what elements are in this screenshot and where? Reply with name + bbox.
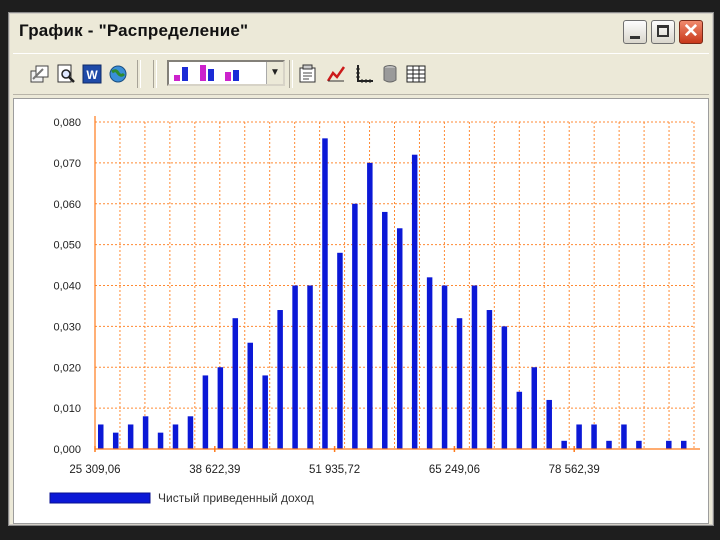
histogram-bar	[456, 318, 463, 449]
x-tick-label: 38 622,39	[189, 464, 240, 476]
x-tick-label: 51 935,72	[309, 464, 360, 476]
chart-type-preview-bar	[200, 65, 206, 81]
y-tick-label: 0,080	[53, 117, 81, 129]
histogram-bar	[142, 416, 149, 449]
histogram-bar	[262, 375, 268, 449]
histogram-bar	[157, 432, 164, 449]
histogram-bar	[367, 162, 373, 449]
svg-text:W: W	[86, 68, 98, 82]
chart-type-preview-bar	[225, 72, 231, 81]
print-preview-icon[interactable]	[55, 63, 77, 85]
histogram-bar	[98, 424, 104, 449]
chart-type-preview-bar	[174, 75, 180, 81]
histogram-bar	[471, 285, 478, 449]
histogram-bar	[396, 228, 403, 449]
chart-type-preview-bar	[182, 67, 188, 81]
y-tick-label: 0,020	[53, 362, 81, 374]
histogram-bar	[426, 277, 433, 449]
toolbar-separator	[137, 60, 141, 88]
maximize-button[interactable]	[651, 20, 675, 44]
chart-window: График - "Распределение" ✕ W ▼ 0,000 0,0…	[8, 12, 714, 526]
distribution-chart: 0,000 0,010 0,020 0,030 0,040 0,050 0,060 0,070…	[49, 116, 700, 505]
histogram-bar	[606, 440, 612, 449]
x-tick-label: 65 249,06	[429, 464, 480, 476]
toolbar-separator	[289, 60, 293, 88]
histogram-bar	[516, 391, 523, 449]
x-tick-label: 78 562,39	[549, 464, 600, 476]
histogram-bar	[112, 432, 119, 449]
chart-area: 0,000 0,010 0,020 0,030 0,040 0,050 0,060 0,070…	[13, 98, 709, 524]
histogram-bar	[217, 367, 224, 449]
histogram-bar	[576, 424, 582, 449]
minimize-icon	[630, 36, 640, 39]
histogram-bar	[382, 211, 388, 449]
histogram-bar	[531, 367, 538, 449]
toolbar: W ▼	[13, 53, 709, 95]
histogram-bar	[441, 285, 448, 449]
histogram-bar	[292, 285, 298, 449]
histogram-bar	[666, 440, 672, 449]
y-tick-label: 0,050	[53, 240, 81, 252]
histogram-bar	[202, 375, 209, 449]
histogram-bar	[621, 424, 627, 449]
histogram-bar	[127, 424, 134, 449]
legend-label: Чистый приведенный доход	[158, 491, 314, 505]
title-bar[interactable]: График - "Распределение" ✕	[9, 13, 713, 51]
histogram-bar	[561, 440, 567, 449]
histogram-bar	[187, 416, 194, 449]
chart-type-preview-bar	[208, 69, 214, 81]
histogram-bar	[411, 154, 418, 449]
minimize-button[interactable]	[623, 20, 647, 44]
word-export-icon[interactable]: W	[81, 63, 103, 85]
histogram-bar	[546, 399, 552, 449]
histogram-bar	[322, 138, 328, 449]
legend-swatch	[49, 492, 151, 504]
trend-icon[interactable]	[325, 63, 347, 85]
y-tick-label: 0,030	[53, 321, 81, 333]
globe-icon[interactable]	[107, 63, 129, 85]
histogram-bar	[337, 252, 343, 449]
close-icon: ✕	[683, 21, 699, 42]
window-title: График - "Распределение"	[19, 21, 249, 40]
histogram-bar	[636, 440, 642, 449]
histogram-bar	[277, 310, 283, 449]
histogram-bar	[307, 285, 313, 449]
close-button[interactable]: ✕	[679, 20, 703, 44]
properties-icon[interactable]	[297, 63, 319, 85]
series-icon[interactable]	[379, 63, 401, 85]
y-tick-label: 0,010	[53, 403, 81, 415]
toolbar-separator	[153, 60, 157, 88]
histogram-bar	[247, 342, 253, 449]
table-icon[interactable]	[405, 63, 427, 85]
histogram-bar	[172, 424, 179, 449]
chart-type-selector[interactable]: ▼	[167, 60, 285, 86]
y-tick-label: 0,060	[53, 199, 81, 211]
histogram-bar	[591, 424, 597, 449]
histogram-bar	[486, 310, 493, 449]
y-tick-label: 0,070	[53, 158, 81, 170]
axes-icon[interactable]	[353, 63, 375, 85]
histogram-bar	[501, 326, 508, 449]
chart-type-preview-bar	[233, 70, 239, 81]
chevron-down-icon[interactable]: ▼	[266, 62, 283, 84]
histogram-bar	[232, 318, 239, 449]
x-tick-label: 25 309,06	[69, 464, 120, 476]
maximize-icon	[657, 25, 669, 37]
y-tick-label: 0,000	[53, 444, 81, 456]
copy-icon[interactable]	[29, 63, 51, 85]
histogram-bar	[352, 203, 358, 449]
y-tick-label: 0,040	[53, 281, 81, 293]
histogram-bar	[681, 440, 687, 449]
